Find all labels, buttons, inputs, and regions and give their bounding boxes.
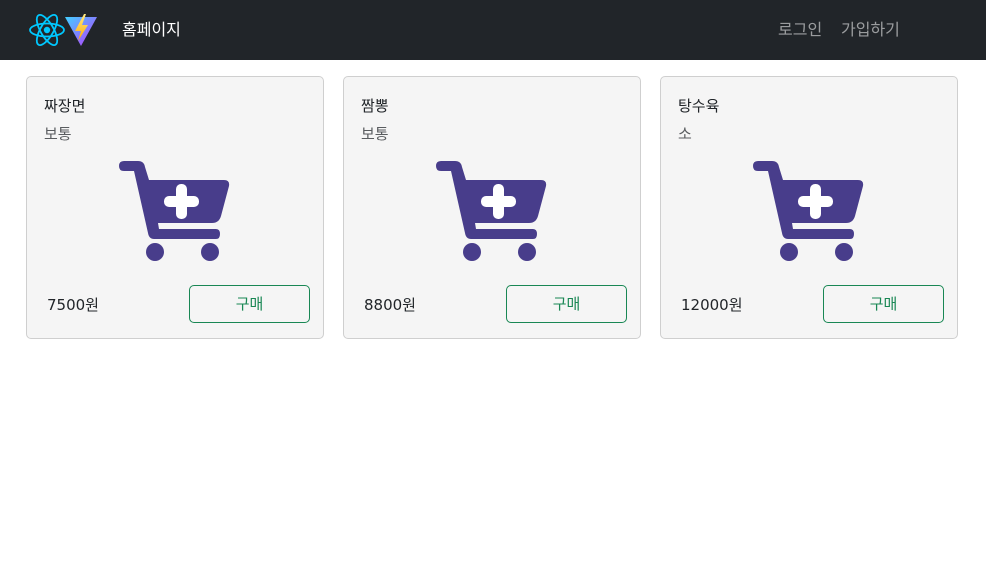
product-price: 7500원 xyxy=(47,296,99,314)
product-spice-level: 소 xyxy=(678,125,692,143)
brand-link[interactable]: 홈페이지 xyxy=(122,19,181,41)
buy-button[interactable]: 구매 xyxy=(506,285,627,323)
signup-link[interactable]: 가입하기 xyxy=(841,19,900,41)
navbar: 홈페이지 로그인 가입하기 xyxy=(0,0,986,60)
cart-plus-icon xyxy=(436,161,547,261)
product-card: 짬뽕 보통 8800원 구매 xyxy=(343,76,641,339)
product-name: 짜장면 xyxy=(44,97,86,115)
vite-logo-icon[interactable] xyxy=(64,13,98,47)
product-price: 12000원 xyxy=(681,296,743,314)
cart-plus-icon xyxy=(119,161,230,261)
product-card: 짜장면 보통 7500원 구매 xyxy=(26,76,324,339)
cart-plus-icon xyxy=(753,161,864,261)
product-price: 8800원 xyxy=(364,296,416,314)
react-logo-icon[interactable] xyxy=(28,12,66,48)
buy-button[interactable]: 구매 xyxy=(189,285,310,323)
product-name: 탕수육 xyxy=(678,97,720,115)
product-name: 짬뽕 xyxy=(361,97,389,115)
product-card: 탕수육 소 12000원 구매 xyxy=(660,76,958,339)
product-spice-level: 보통 xyxy=(361,125,389,143)
login-link[interactable]: 로그인 xyxy=(778,19,822,41)
buy-button[interactable]: 구매 xyxy=(823,285,944,323)
product-spice-level: 보통 xyxy=(44,125,72,143)
